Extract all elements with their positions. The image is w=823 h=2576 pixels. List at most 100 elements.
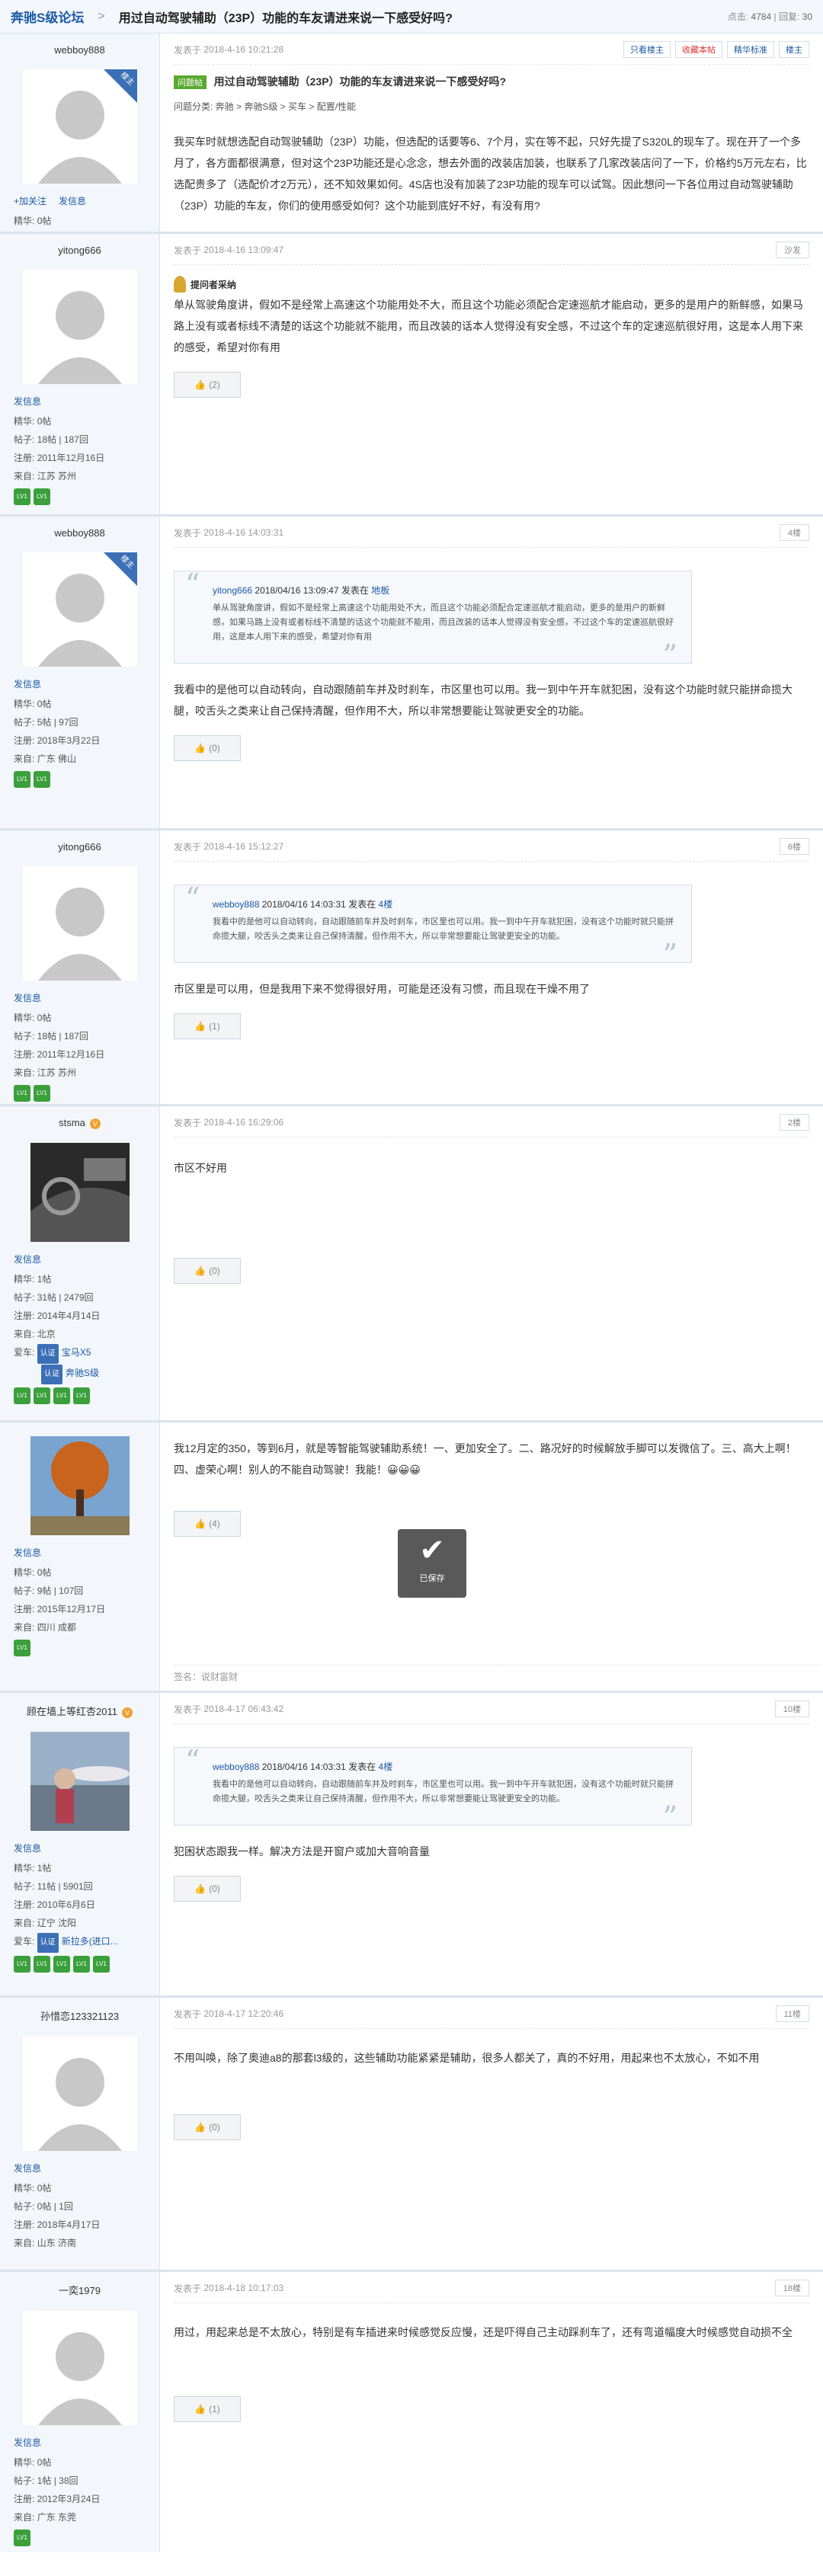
- username[interactable]: yitong666: [14, 245, 146, 256]
- quote-body: 我看中的是他可以自动转向，自动跟随前车并及时刹车，市区里也可以用。我一到中午开车…: [213, 917, 674, 941]
- stat-jinghua: 精华: 0帖: [14, 416, 52, 427]
- digest-button[interactable]: 精华标准: [727, 41, 774, 58]
- post-meta: 发表于 2018-4-16 15:12:27 6楼: [174, 838, 809, 862]
- only-owner-button[interactable]: 只看楼主: [623, 41, 671, 58]
- send-message-link[interactable]: 发信息: [14, 1253, 41, 1266]
- like-button[interactable]: 👍 (1): [174, 2396, 241, 2422]
- send-message-link[interactable]: 发信息: [14, 2162, 41, 2174]
- like-button[interactable]: 👍 (0): [174, 1876, 241, 1902]
- stat-tiezi: 帖子: 11帖 | 5901回: [14, 1881, 93, 1892]
- stat-car: 爱车: 认证 新拉多(进口...: [14, 1932, 146, 1953]
- author-links: 发信息: [14, 677, 146, 690]
- stat-jinghua: 精华: 0帖: [14, 2457, 52, 2468]
- like-button[interactable]: 👍 (0): [174, 735, 241, 761]
- default-avatar-icon: [22, 866, 137, 981]
- like-button[interactable]: 👍 (4): [174, 1511, 241, 1537]
- username[interactable]: stsma V: [14, 1117, 146, 1129]
- author-links: 发信息: [14, 1253, 146, 1266]
- post-7: 顾在墙上等红杏2011 V 发信息 精华: 1帖 帖子: 11帖 | 5901回 …: [0, 1693, 823, 1998]
- avatar[interactable]: [30, 1436, 130, 1535]
- floor-label: 6楼: [779, 838, 809, 855]
- floor-label: 沙发: [776, 242, 809, 258]
- post-6: 发信息 精华: 0帖 帖子: 9帖 | 107回 注册: 2015年12月17日…: [0, 1422, 823, 1693]
- username[interactable]: 孙惜恋123321123: [14, 2008, 146, 2023]
- stat-tiezi: 帖子: 0帖 | 1回: [14, 2201, 73, 2212]
- post-content: 发表于 2018-4-16 13:09:47 沙发 提问者采纳 单从驾驶角度讲，…: [160, 234, 823, 514]
- stat-zhuce: 注册: 2010年6月6日: [14, 1899, 95, 1910]
- like-button[interactable]: 👍 (1): [174, 1013, 241, 1039]
- post-3: webboy888 楼主 发信息 精华: 0帖 帖子: 5帖 | 97回 注册:…: [0, 517, 823, 830]
- author-panel: 一奕1979 发信息 精华: 0帖 帖子: 1帖 | 38回 注册: 2012年…: [0, 2272, 160, 2552]
- add-friend-link[interactable]: +加关注: [14, 194, 46, 207]
- author-panel: stsma V 发信息 精华: 1帖 帖子: 31帖 | 2479回 注册: 20…: [0, 1106, 160, 1420]
- floor-label: 楼主: [779, 41, 809, 58]
- author-panel: 孙惜恋123321123 发信息 精华: 0帖 帖子: 0帖 | 1回 注册: …: [0, 1998, 160, 2270]
- medal-icon: LV1: [53, 1956, 70, 1973]
- medal-row: LV1 LV1: [14, 1085, 146, 1102]
- avatar[interactable]: [30, 1142, 130, 1242]
- avatar[interactable]: 楼主: [22, 552, 137, 667]
- post-time: 2018-4-16 13:09:47: [203, 245, 284, 255]
- stat-laizi: 来自: 广东 东莞: [14, 2512, 77, 2523]
- floor-label: 4楼: [779, 524, 809, 541]
- autumn-tree-photo: [30, 1436, 130, 1535]
- stat-zhuce: 注册: 2014年4月14日: [14, 1310, 101, 1321]
- username[interactable]: webboy888: [14, 527, 146, 539]
- send-message-link[interactable]: 发信息: [59, 194, 86, 207]
- thumb-up-icon: 👍: [194, 1883, 207, 1894]
- post-body: 不用叫唤，除了奥迪a8的那套l3级的，这些辅助功能紧紧是辅助，很多人都关了，真的…: [174, 2052, 760, 2064]
- stat-zhuce: 注册: 2018年3月22日: [14, 735, 101, 746]
- like-button[interactable]: 👍 (0): [174, 2114, 241, 2140]
- author-links: 发信息: [14, 2436, 146, 2449]
- post-content: 发表于 2018-4-17 06:43:42 10楼 “ webboy888 2…: [160, 1693, 823, 1995]
- username[interactable]: 一奕1979: [14, 2283, 146, 2297]
- avatar[interactable]: [22, 270, 137, 384]
- post-time: 2018-4-18 10:17:03: [203, 2283, 284, 2293]
- stat-zhuce: 注册: 2011年12月16日: [14, 453, 105, 463]
- medal-icon: LV1: [14, 488, 30, 505]
- like-button[interactable]: 👍 (0): [174, 1258, 241, 1284]
- floor-label: 2楼: [779, 1114, 809, 1131]
- avatar[interactable]: [22, 2037, 137, 2151]
- post-content: 我12月定的350，等到6月，就是等智能驾驶辅助系统！一、更加安全了。二、路况好…: [160, 1422, 823, 1691]
- avatar[interactable]: 楼主: [22, 69, 137, 184]
- best-answer: 提问者采纳: [174, 276, 809, 293]
- medal-row: LV1 LV1 LV1 LV1: [14, 1387, 146, 1404]
- medal-icon: LV1: [14, 1956, 30, 1973]
- send-message-link[interactable]: 发信息: [14, 991, 41, 1004]
- favorite-button[interactable]: 收藏本帖: [675, 41, 722, 58]
- send-message-link[interactable]: 发信息: [14, 1842, 41, 1854]
- post-content: 发表于 2018-4-16 14:03:31 4楼 “ yitong666 20…: [160, 517, 823, 828]
- thread-title: 用过自动驾驶辅助（23P）功能的车友请进来说一下感受好吗?: [118, 11, 453, 25]
- medal-icon: LV1: [14, 771, 30, 788]
- forum-link[interactable]: 奔驰S级论坛: [11, 7, 84, 26]
- medal-row: LV1: [14, 1640, 146, 1656]
- author-links: 发信息: [14, 1546, 146, 1559]
- quote-close-icon: ”: [662, 938, 677, 971]
- stat-zhuce: 注册: 2011年12月16日: [14, 1049, 105, 1060]
- like-button[interactable]: 👍 (2): [174, 372, 241, 398]
- stat-tiezi: 帖子: 18帖 | 187回: [14, 434, 88, 445]
- send-message-link[interactable]: 发信息: [14, 677, 41, 690]
- thumb-up-icon: 👍: [194, 2404, 207, 2414]
- avatar[interactable]: [30, 1732, 130, 1831]
- send-message-link[interactable]: 发信息: [14, 395, 41, 408]
- quote-header: yitong666 2018/04/16 13:09:47 发表在 地板: [213, 585, 390, 596]
- medal-icon: LV1: [14, 1085, 30, 1102]
- medal-icon: LV1: [14, 2530, 30, 2546]
- avatar[interactable]: [22, 866, 137, 981]
- username[interactable]: yitong666: [14, 841, 146, 853]
- username[interactable]: 顾在墙上等红杏2011 V: [14, 1704, 146, 1718]
- post-body: 我12月定的350，等到6月，就是等智能驾驶辅助系统！一、更加安全了。二、路况好…: [174, 1442, 796, 1476]
- medal-icon: LV1: [14, 1640, 30, 1656]
- avatar[interactable]: [22, 2311, 137, 2425]
- medal-icon: LV1: [34, 1387, 50, 1404]
- stat-zhuce: 注册: 2018年4月17日: [14, 2219, 101, 2230]
- username[interactable]: webboy888: [14, 44, 146, 56]
- send-message-link[interactable]: 发信息: [14, 1546, 41, 1559]
- stat-zhuce: 注册: 2012年3月24日: [14, 2494, 101, 2504]
- send-message-link[interactable]: 发信息: [14, 2436, 41, 2449]
- post-9: 一奕1979 发信息 精华: 0帖 帖子: 1帖 | 38回 注册: 2012年…: [0, 2272, 823, 2552]
- quote-open-icon: “: [185, 882, 200, 915]
- question-tag: 问题帖: [174, 75, 207, 89]
